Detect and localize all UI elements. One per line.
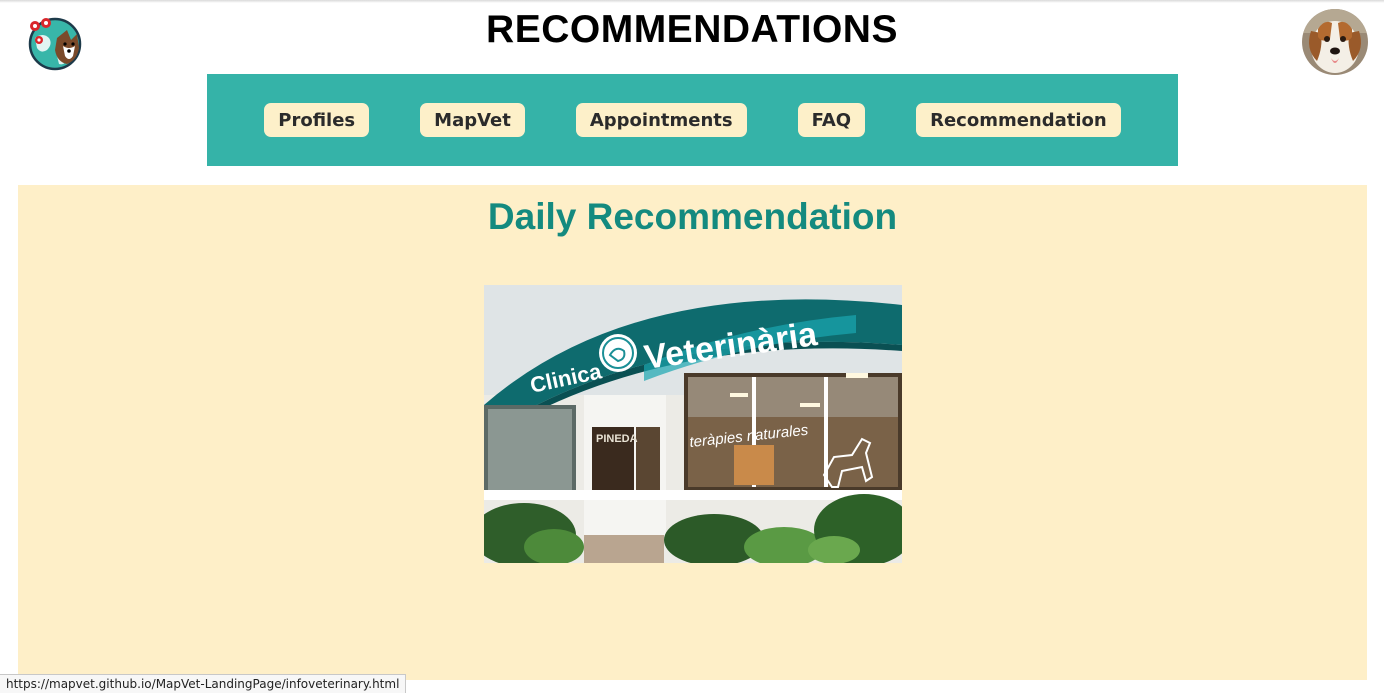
- nav-profiles-button[interactable]: Profiles: [264, 103, 370, 137]
- door-sign-text: PINEDA: [596, 433, 638, 445]
- link-preview-status-bar: https://mapvet.github.io/MapVet-LandingP…: [0, 674, 407, 693]
- nav-appointments-button[interactable]: Appointments: [575, 103, 747, 137]
- section-title: Daily Recommendation: [487, 196, 898, 237]
- veterinary-clinic-image-link[interactable]: Clinica Veterinària teràpies naturales P…: [484, 285, 902, 563]
- nav-mapvet-button[interactable]: MapVet: [420, 103, 525, 137]
- recommendation-section: Daily Recommendation Clinica Veterinària: [18, 185, 1367, 680]
- nav-faq-button[interactable]: FAQ: [797, 103, 866, 137]
- main-navbar: Profiles MapVet Appointments FAQ Recomme…: [207, 74, 1178, 166]
- avatar[interactable]: [1302, 9, 1368, 75]
- browser-top-edge: [0, 0, 1384, 3]
- page-title: RECOMMENDATIONS: [486, 8, 898, 51]
- nav-recommendation-button[interactable]: Recommendation: [916, 103, 1121, 137]
